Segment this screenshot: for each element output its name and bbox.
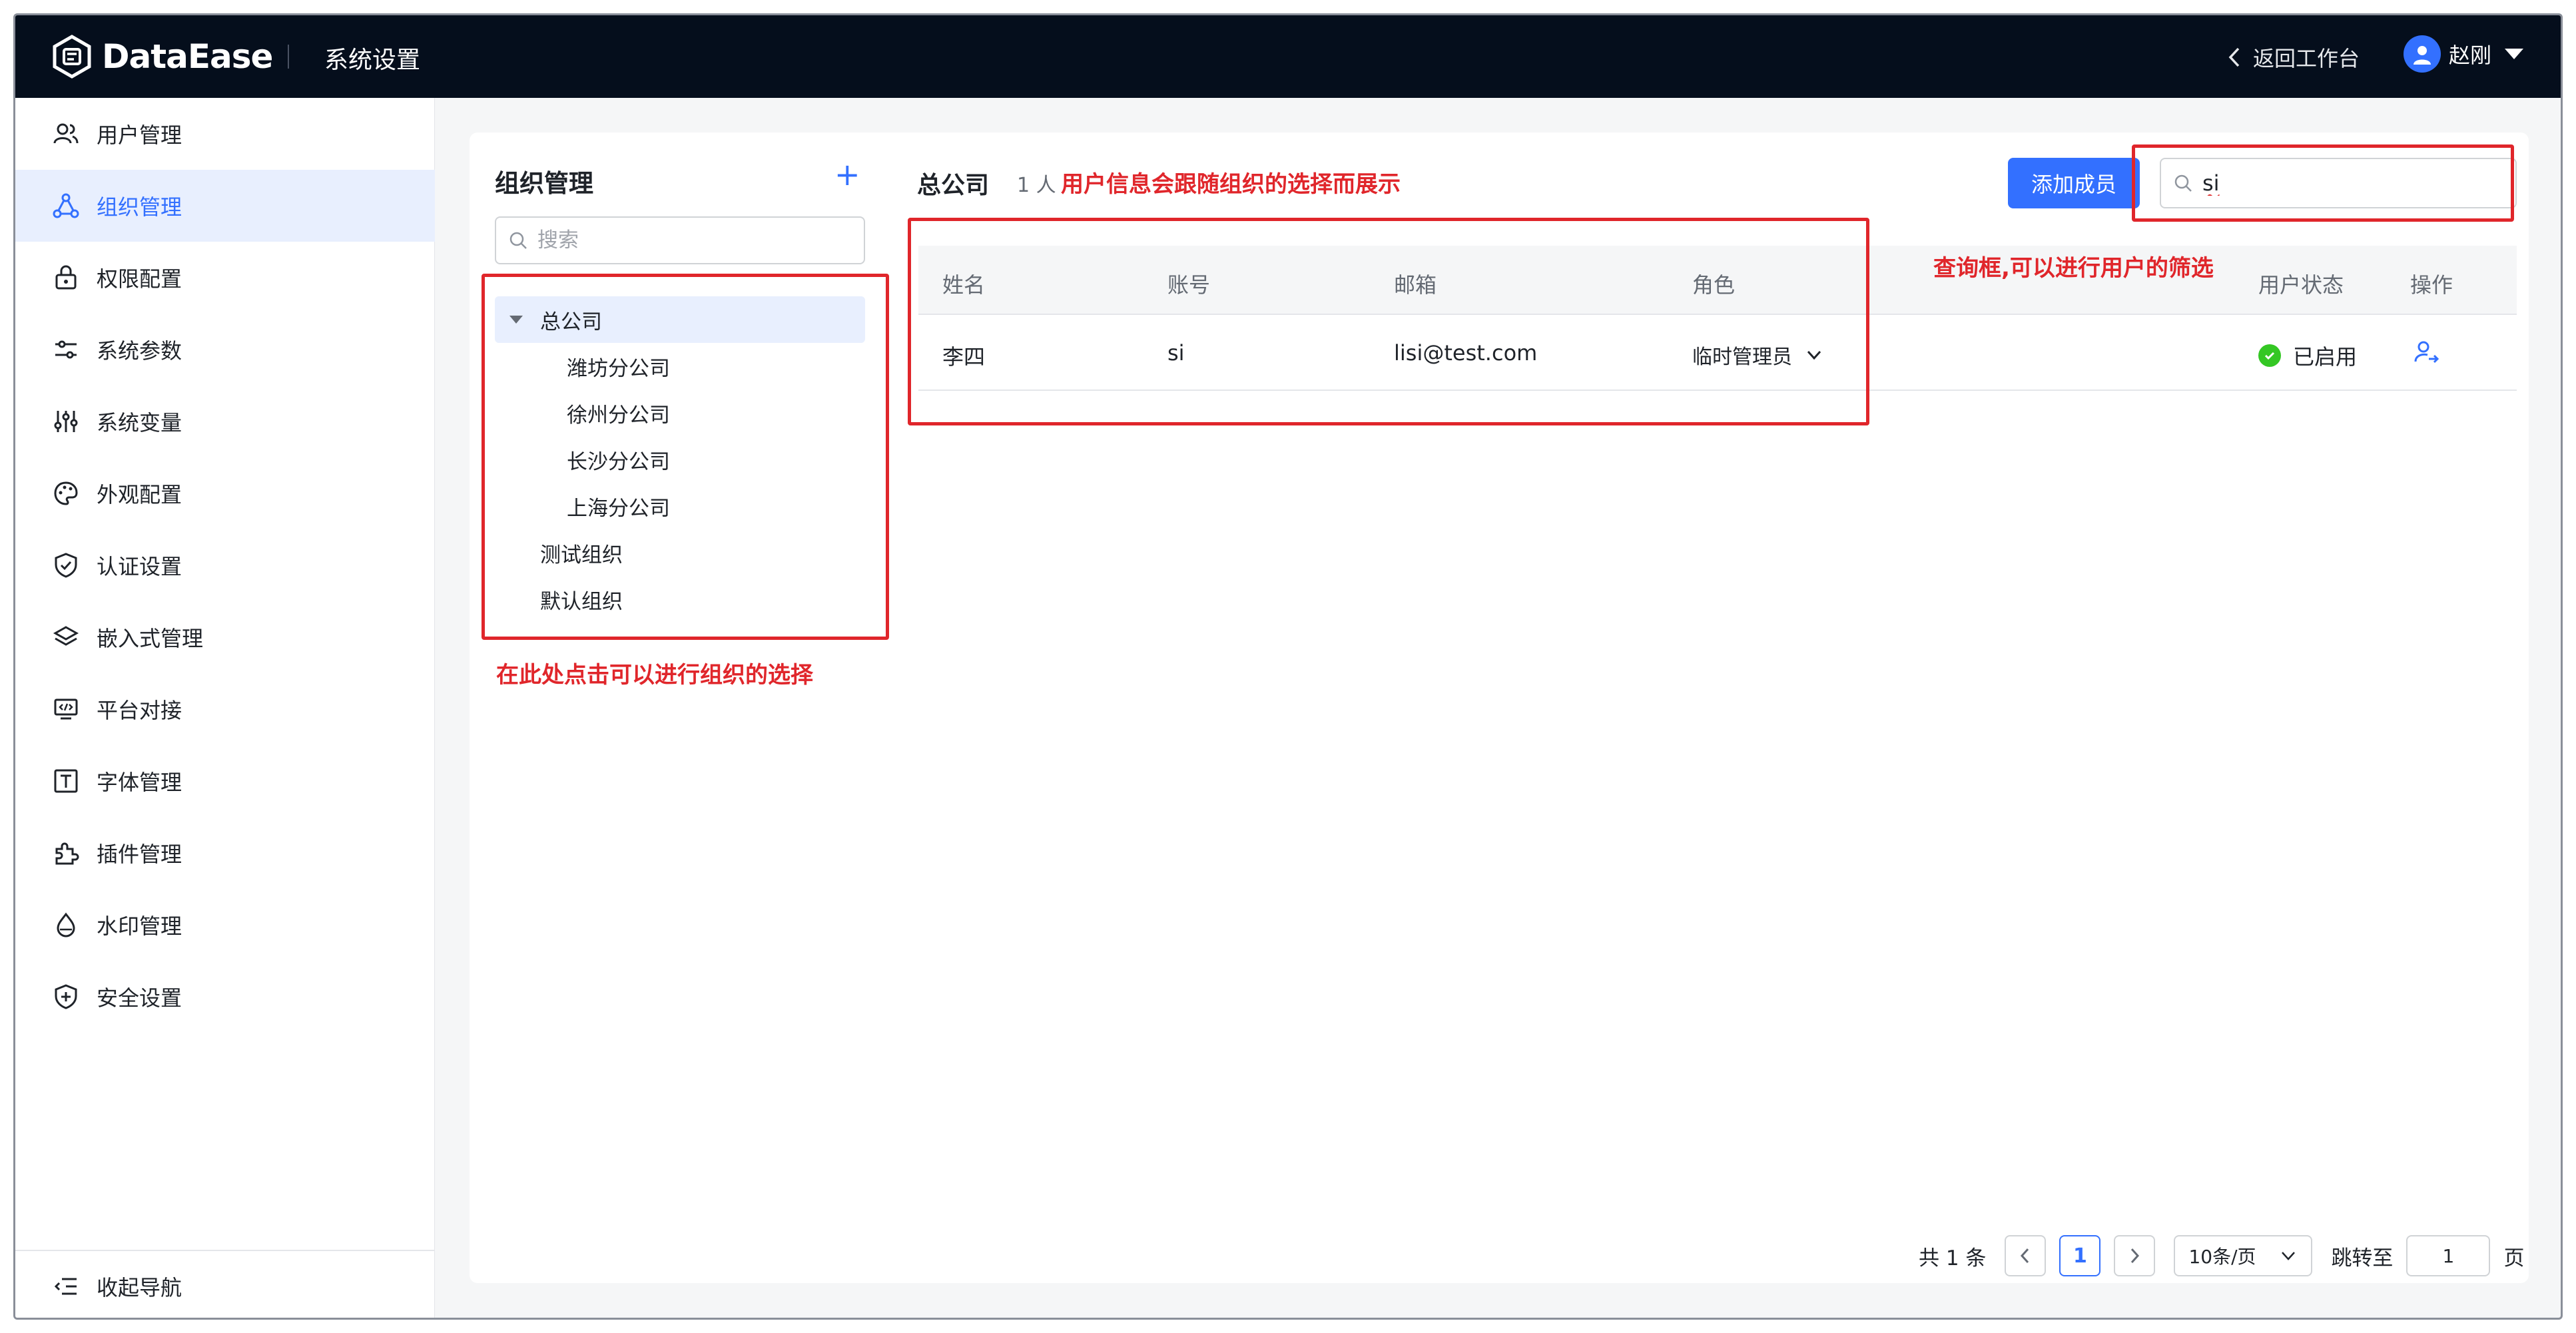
drop-icon [51, 910, 81, 939]
variables-icon [51, 407, 81, 436]
sidebar-item-label: 插件管理 [97, 842, 182, 867]
annotation-box-table [908, 218, 1869, 425]
selected-org-name: 总公司 [917, 172, 990, 199]
palette-icon [51, 479, 81, 508]
shield-check-icon [51, 551, 81, 580]
column-header-status: 用户状态 [2258, 272, 2344, 298]
sidebar-item-label: 水印管理 [97, 914, 182, 939]
brand-logo[interactable]: DataEase [50, 31, 273, 82]
avatar [2404, 35, 2441, 73]
page-title: 系统设置 [324, 47, 421, 74]
sidebar-item-embedded[interactable]: 嵌入式管理 [15, 601, 435, 673]
sidebar-item-label: 系统参数 [97, 338, 182, 364]
add-org-button[interactable]: + [834, 159, 860, 190]
check-circle-icon [2258, 344, 2281, 367]
org-search-box [495, 216, 865, 264]
dataease-logo-icon [53, 35, 91, 79]
pagination: 共 1 条 1 10条/页 跳转至 1 页 [1919, 1234, 2524, 1278]
back-link-label: 返回工作台 [2253, 46, 2360, 71]
sidebar-item-label: 系统变量 [97, 410, 182, 435]
sidebar-item-label: 平台对接 [97, 698, 182, 723]
annotation-text-search: 查询框,可以进行用户的筛选 [1933, 255, 2214, 282]
layers-icon [51, 623, 81, 652]
sidebar-item-label: 权限配置 [97, 266, 182, 292]
topbar-divider [288, 45, 289, 69]
plugin-icon [51, 838, 81, 868]
sidebar-item-label: 外观配置 [97, 482, 182, 507]
sidebar-item-security[interactable]: 安全设置 [15, 961, 435, 1033]
sidebar-item-users[interactable]: 用户管理 [15, 98, 435, 170]
page-suffix: 页 [2503, 1246, 2525, 1270]
sidebar-item-plugins[interactable]: 插件管理 [15, 817, 435, 889]
sidebar-item-permissions[interactable]: 权限配置 [15, 242, 435, 314]
chevron-left-icon [2021, 1248, 2029, 1264]
jump-page-input[interactable]: 1 [2406, 1235, 2491, 1276]
org-icon [51, 191, 81, 220]
annotation-box-search [2132, 144, 2514, 222]
collapse-nav-label: 收起导航 [97, 1275, 182, 1300]
caret-down-icon [2505, 49, 2524, 59]
sidebar-item-label: 安全设置 [97, 985, 182, 1011]
collapse-menu-icon [51, 1272, 81, 1301]
back-to-workbench-link[interactable]: 返回工作台 [2226, 42, 2360, 73]
chevron-down-icon [2282, 1252, 2296, 1260]
user-name: 赵刚 [2449, 43, 2492, 68]
sidebar-item-watermark[interactable]: 水印管理 [15, 889, 435, 961]
font-icon [51, 766, 81, 796]
brand-name: DataEase [102, 37, 273, 76]
search-icon [509, 232, 527, 249]
total-count: 共 1 条 [1919, 1246, 1987, 1270]
org-section-title: 组织管理 [495, 169, 593, 198]
sidebar-item-label: 认证设置 [97, 554, 182, 579]
page-size-select[interactable]: 10条/页 [2174, 1235, 2313, 1276]
sidebar-item-platform[interactable]: 平台对接 [15, 673, 435, 745]
monitor-code-icon [51, 694, 81, 724]
shield-plus-icon [51, 982, 81, 1011]
member-count: 1 人 [1017, 174, 1056, 197]
user-move-icon [2414, 341, 2439, 364]
sidebar: 用户管理 组织管理 权限配置 系统参数 系统变量 外观配置 认证设置 嵌入式管理… [15, 98, 435, 1318]
annotation-text-members: 用户信息会跟随组织的选择而展示 [1061, 171, 1401, 198]
sidebar-item-label: 字体管理 [97, 770, 182, 795]
users-icon [51, 119, 81, 148]
prev-page-button[interactable] [2005, 1235, 2047, 1276]
annotation-text-tree: 在此处点击可以进行组织的选择 [496, 662, 813, 688]
page-size-value: 10条/页 [2188, 1246, 2256, 1268]
sidebar-item-fonts[interactable]: 字体管理 [15, 745, 435, 817]
annotation-box-tree [482, 274, 889, 640]
sliders-icon [51, 335, 81, 364]
column-header-actions: 操作 [2410, 272, 2453, 298]
sidebar-item-label: 用户管理 [97, 123, 182, 148]
lock-icon [51, 263, 81, 292]
sidebar-item-variables[interactable]: 系统变量 [15, 386, 435, 457]
status-label: 已启用 [2293, 344, 2358, 370]
sidebar-item-label: 嵌入式管理 [97, 626, 204, 651]
org-search-input[interactable] [537, 228, 844, 252]
sidebar-item-params[interactable]: 系统参数 [15, 314, 435, 386]
app-window: DataEase 系统设置 返回工作台 赵刚 用户管理 组织管理 权限配置 系统… [13, 13, 2563, 1320]
chevron-right-icon [2131, 1248, 2140, 1264]
jump-label: 跳转至 [2331, 1246, 2394, 1270]
page-number-current[interactable]: 1 [2059, 1235, 2101, 1276]
sidebar-item-label: 组织管理 [97, 194, 182, 220]
add-member-button[interactable]: 添加成员 [2008, 158, 2140, 208]
user-menu[interactable]: 赵刚 [2404, 35, 2524, 73]
sidebar-item-appearance[interactable]: 外观配置 [15, 457, 435, 529]
sidebar-item-auth[interactable]: 认证设置 [15, 529, 435, 601]
user-avatar-icon [2414, 46, 2431, 65]
top-bar: DataEase 系统设置 返回工作台 赵刚 [15, 15, 2561, 98]
next-page-button[interactable] [2114, 1235, 2156, 1276]
sidebar-item-org[interactable]: 组织管理 [15, 170, 435, 242]
remove-member-button[interactable] [2413, 339, 2439, 371]
collapse-nav-button[interactable]: 收起导航 [15, 1250, 435, 1318]
status-badge: 已启用 [2258, 340, 2357, 371]
chevron-left-icon [2228, 47, 2240, 67]
